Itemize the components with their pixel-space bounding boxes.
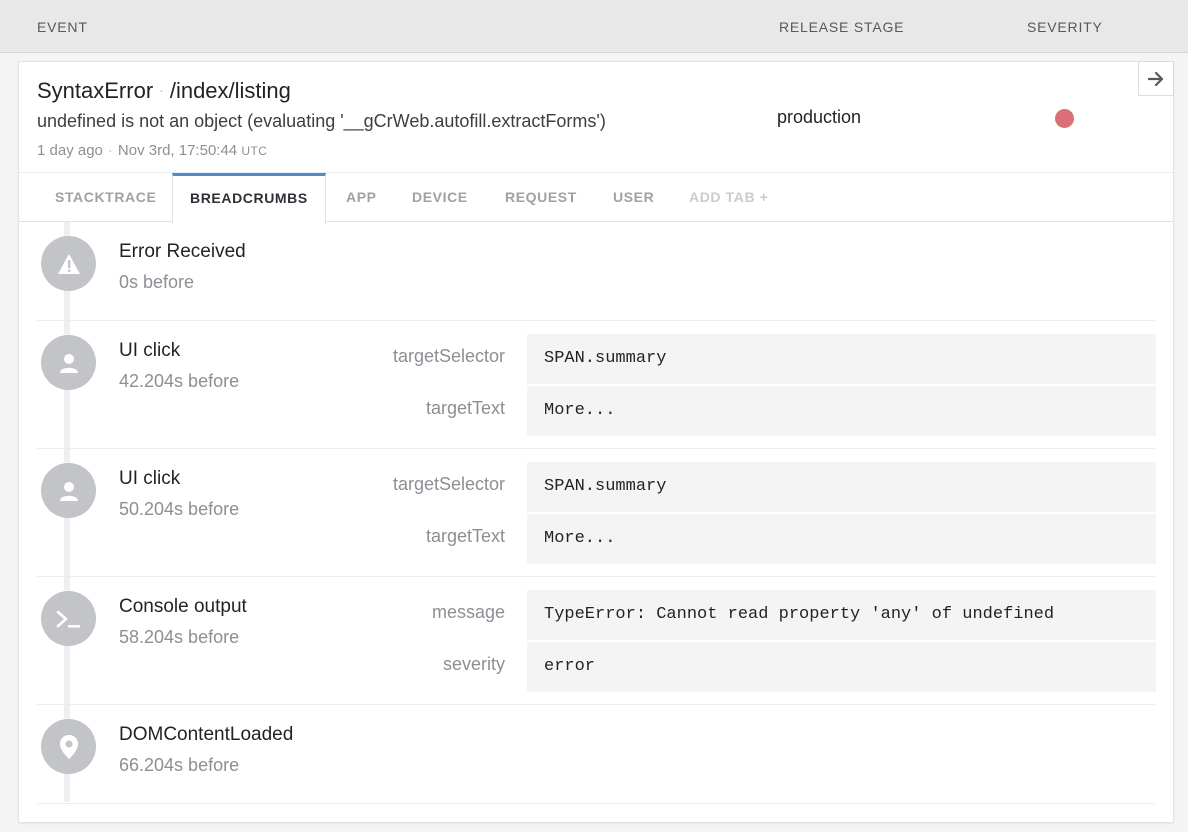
breadcrumb-title: DOMContentLoaded	[119, 724, 294, 745]
breadcrumb-title: Error Received	[119, 241, 246, 262]
error-context: /index/listing	[169, 78, 291, 103]
breadcrumb-title: UI click	[119, 340, 181, 361]
meta-value: SPAN.summary	[527, 462, 1156, 512]
meta-value: SPAN.summary	[527, 334, 1156, 384]
meta-key: targetText	[425, 526, 505, 546]
relative-time: 1 day ago	[37, 142, 103, 159]
error-message: undefined is not an object (evaluating '…	[37, 111, 606, 131]
breadcrumb-time: 0s before	[119, 272, 195, 292]
tab-request[interactable]: REQUEST	[505, 173, 577, 223]
tab-stacktrace[interactable]: STACKTRACE	[55, 173, 156, 223]
breadcrumb-item: UI click 50.204s before targetSelector S…	[37, 449, 1156, 577]
breadcrumb-time: 66.204s before	[119, 755, 240, 775]
terminal-icon	[41, 591, 96, 646]
breadcrumb-time: 58.204s before	[119, 627, 240, 647]
breadcrumb-item: UI click 42.204s before targetSelector S…	[37, 321, 1156, 449]
tab-breadcrumbs[interactable]: BREADCRUMBS	[172, 173, 326, 224]
tab-app[interactable]: APP	[346, 173, 377, 223]
tab-bar: STACKTRACE BREADCRUMBS APP DEVICE REQUES…	[19, 172, 1173, 224]
meta-key: targetSelector	[392, 346, 505, 366]
open-event-button[interactable]	[1138, 61, 1174, 96]
meta-key: message	[431, 602, 505, 622]
error-class: SyntaxError	[37, 78, 154, 103]
tab-device[interactable]: DEVICE	[412, 173, 468, 223]
timestamp: Nov 3rd, 17:50:44	[117, 142, 238, 159]
breadcrumb-title: Console output	[119, 596, 247, 617]
user-icon	[41, 335, 96, 390]
column-header: EVENT RELEASE STAGE SEVERITY	[0, 0, 1188, 53]
meta-value: More...	[527, 386, 1156, 436]
warning-icon	[41, 236, 96, 291]
separator-dot: ·	[159, 82, 164, 98]
meta-key: severity	[442, 654, 505, 674]
breadcrumb-time: 50.204s before	[119, 499, 240, 519]
breadcrumb-title: UI click	[119, 468, 181, 489]
tab-add[interactable]: ADD TAB +	[689, 173, 768, 223]
error-time: 1 day ago · Nov 3rd, 17:50:44 UTC	[37, 142, 267, 159]
user-icon	[41, 463, 96, 518]
meta-value: error	[527, 642, 1156, 692]
breadcrumb-item: Console output 58.204s before message Ty…	[37, 577, 1156, 705]
timezone: UTC	[241, 144, 268, 158]
tab-user[interactable]: USER	[613, 173, 654, 223]
meta-key: targetText	[425, 398, 505, 418]
column-event[interactable]: EVENT	[37, 19, 88, 35]
location-pin-icon	[41, 719, 96, 774]
breadcrumb-time: 42.204s before	[119, 371, 240, 391]
meta-value: TypeError: Cannot read property 'any' of…	[527, 590, 1156, 640]
breadcrumbs-timeline: Error Received 0s before UI click 42.204…	[19, 222, 1173, 822]
meta-key: targetSelector	[392, 474, 505, 494]
separator-dot: ·	[107, 142, 113, 159]
severity-indicator	[1055, 109, 1074, 128]
column-release-stage[interactable]: RELEASE STAGE	[779, 19, 904, 35]
breadcrumb-item: DOMContentLoaded 66.204s before	[37, 705, 1155, 804]
event-card: SyntaxError · /index/listing undefined is …	[18, 61, 1174, 823]
arrow-right-icon	[1147, 71, 1164, 86]
breadcrumb-item: Error Received 0s before	[37, 222, 1155, 321]
meta-value: More...	[527, 514, 1156, 564]
release-stage-value: production	[777, 107, 862, 127]
column-severity[interactable]: SEVERITY	[1027, 19, 1103, 35]
error-heading[interactable]: SyntaxError · /index/listing	[37, 78, 291, 104]
